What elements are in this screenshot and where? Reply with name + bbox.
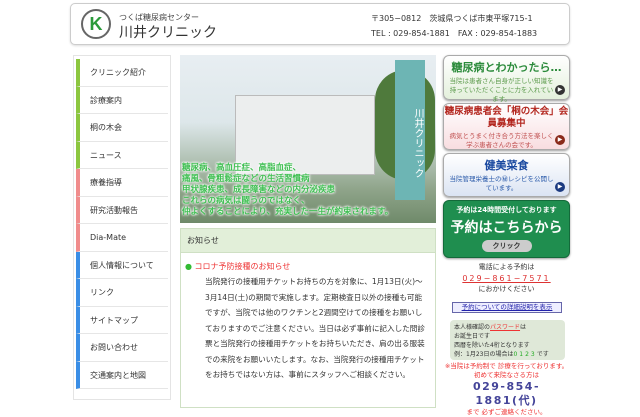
sidebar-item[interactable]: サイトマップ: [76, 306, 168, 334]
sidebar-nav: クリニック紹介 診療案内 桐の木会 ニュース 療養指導 研究活動報告 Dia-Mate 個人情…: [73, 55, 171, 400]
sidebar-item[interactable]: 研究活動報告: [76, 196, 168, 224]
first-visit-tail: まで 必ずご連絡ください。: [466, 408, 547, 416]
pw-text: 本人様確認の: [454, 324, 491, 331]
pw-text: です: [536, 351, 549, 358]
sidebar-item[interactable]: ニュース: [76, 141, 168, 169]
sidebar-item[interactable]: 桐の木会: [76, 114, 168, 142]
hero-line: 糖尿病、高血圧症、高脂血症、: [182, 163, 302, 173]
contact-numbers: TEL : 029-854-1881 FAX : 029-854-1883: [371, 29, 538, 38]
reservation-banner[interactable]: 予約は24時間受付しております 予約はこちらから クリック: [443, 200, 570, 258]
news-item-title[interactable]: ● コロナ予防接種のお知らせ: [185, 261, 435, 272]
reservation-details-link[interactable]: 予約についての詳細説明を表示: [452, 302, 562, 313]
sidebar-item[interactable]: 個人情報について: [76, 251, 168, 279]
first-visit-text: ※当院は予約制で 診療を行っております。初めて来院なさる方は: [444, 362, 569, 379]
first-visit-notice: ※当院は予約制で 診療を行っております。初めて来院なさる方は 029-854-1…: [443, 362, 570, 417]
pw-example: 0123: [513, 351, 537, 358]
reservation-phone-link[interactable]: 029−861−7571: [443, 273, 570, 284]
arrow-right-icon: ▶: [555, 85, 565, 95]
sidebar-item[interactable]: 療養指導: [76, 169, 168, 197]
bullet-icon: ●: [185, 262, 195, 271]
pw-text: 西暦を除いた4桁となります: [454, 342, 530, 349]
clinic-name[interactable]: 川井クリニック: [119, 22, 217, 42]
banner-title: 健美菜食: [484, 159, 529, 172]
hero-line: 甲状腺疾患、成長障害などの内分泌疾患: [182, 185, 336, 195]
phone-reservation: 電話による予約は 029−861−7571 におかけください: [443, 262, 570, 295]
password-link[interactable]: パスワード: [490, 324, 520, 331]
sidebar-item[interactable]: 交通案内と地図: [76, 361, 168, 389]
address: 〒305−0812 茨城県つくば市東平塚715-1: [371, 14, 533, 23]
clinic-logo[interactable]: K: [81, 9, 111, 39]
pw-text: 例：1月23日の場合は: [454, 351, 514, 358]
banner-title: 糖尿病患者会「桐の木会」会員募集中: [444, 106, 569, 129]
hero-image: 川井クリニック 糖尿病、高血圧症、高脂血症、 痛風、骨粗鬆症などの生活習慣病 甲…: [180, 55, 436, 223]
news-heading: お知らせ: [181, 229, 435, 253]
sidebar-item[interactable]: お問い合わせ: [76, 334, 168, 362]
sidebar-item[interactable]: リンク: [76, 279, 168, 307]
news-title-text[interactable]: コロナ予防接種のお知らせ: [195, 262, 291, 271]
news-item-body: 当院発行の接種用チケットお持ちの方を対象に、1月13日(火)〜3月14日(土)の…: [205, 277, 425, 379]
phone-intro: 電話による予約は: [478, 263, 535, 271]
password-info: 本人様確認のパスワードは お誕生日です 西暦を除いた4桁となります 例：1月23…: [450, 320, 565, 360]
phone-outro: におかけください: [478, 285, 535, 293]
banner-desc: 当院管理栄養士の㊙レシピを公開しています。: [449, 175, 554, 192]
pw-text: お誕生日です: [454, 333, 491, 340]
banner-healthy-recipes[interactable]: 健美菜食 当院管理栄養士の㊙レシピを公開しています。 ▶: [443, 153, 570, 197]
reservation-note: 予約は24時間受付しております: [456, 206, 557, 214]
sidebar-item[interactable]: Dia-Mate: [76, 224, 168, 252]
first-visit-phone[interactable]: 029-854-1881(代): [443, 380, 570, 408]
reservation-click-button[interactable]: クリック: [481, 240, 532, 252]
banner-diabetes-info[interactable]: 糖尿病とわかったら… 当院は患者さん自身が正しい知識を持っていただくことに力を入…: [443, 55, 570, 103]
site-header: K つくば糖尿病センター 川井クリニック 〒305−0812 茨城県つくば市東平…: [70, 3, 570, 45]
sidebar-item[interactable]: 診療案内: [76, 86, 168, 114]
banner-title: 糖尿病とわかったら…: [451, 61, 562, 74]
hero-message: 糖尿病、高血圧症、高脂血症、 痛風、骨粗鬆症などの生活習慣病 甲状腺疾患、成長障…: [182, 163, 434, 218]
hero-line: これらの病気は闘うのではなく、: [182, 196, 310, 206]
arrow-right-icon: ▶: [555, 135, 565, 145]
banner-desc: 当院は患者さん自身が正しい知識を持っていただくことに力を入れています。: [449, 77, 554, 103]
reservation-title: 予約はこちらから: [450, 220, 563, 236]
hero-line: 仲よくすることにより、充実した一生が約束されます。: [182, 207, 394, 217]
banner-desc: 病気とうまく付き合う方法を楽しく学ぶ患者さんの会です。: [449, 132, 554, 149]
banner-patient-association[interactable]: 糖尿病患者会「桐の木会」会員募集中 病気とうまく付き合う方法を楽しく学ぶ患者さん…: [443, 103, 570, 150]
hero-line: 痛風、骨粗鬆症などの生活習慣病: [182, 174, 310, 184]
news-panel: お知らせ ● コロナ予防接種のお知らせ 当院発行の接種用チケットお持ちの方を対象…: [180, 228, 436, 408]
pw-text: は: [520, 324, 527, 331]
arrow-right-icon: ▶: [555, 182, 565, 192]
sidebar-item[interactable]: クリニック紹介: [76, 59, 168, 87]
